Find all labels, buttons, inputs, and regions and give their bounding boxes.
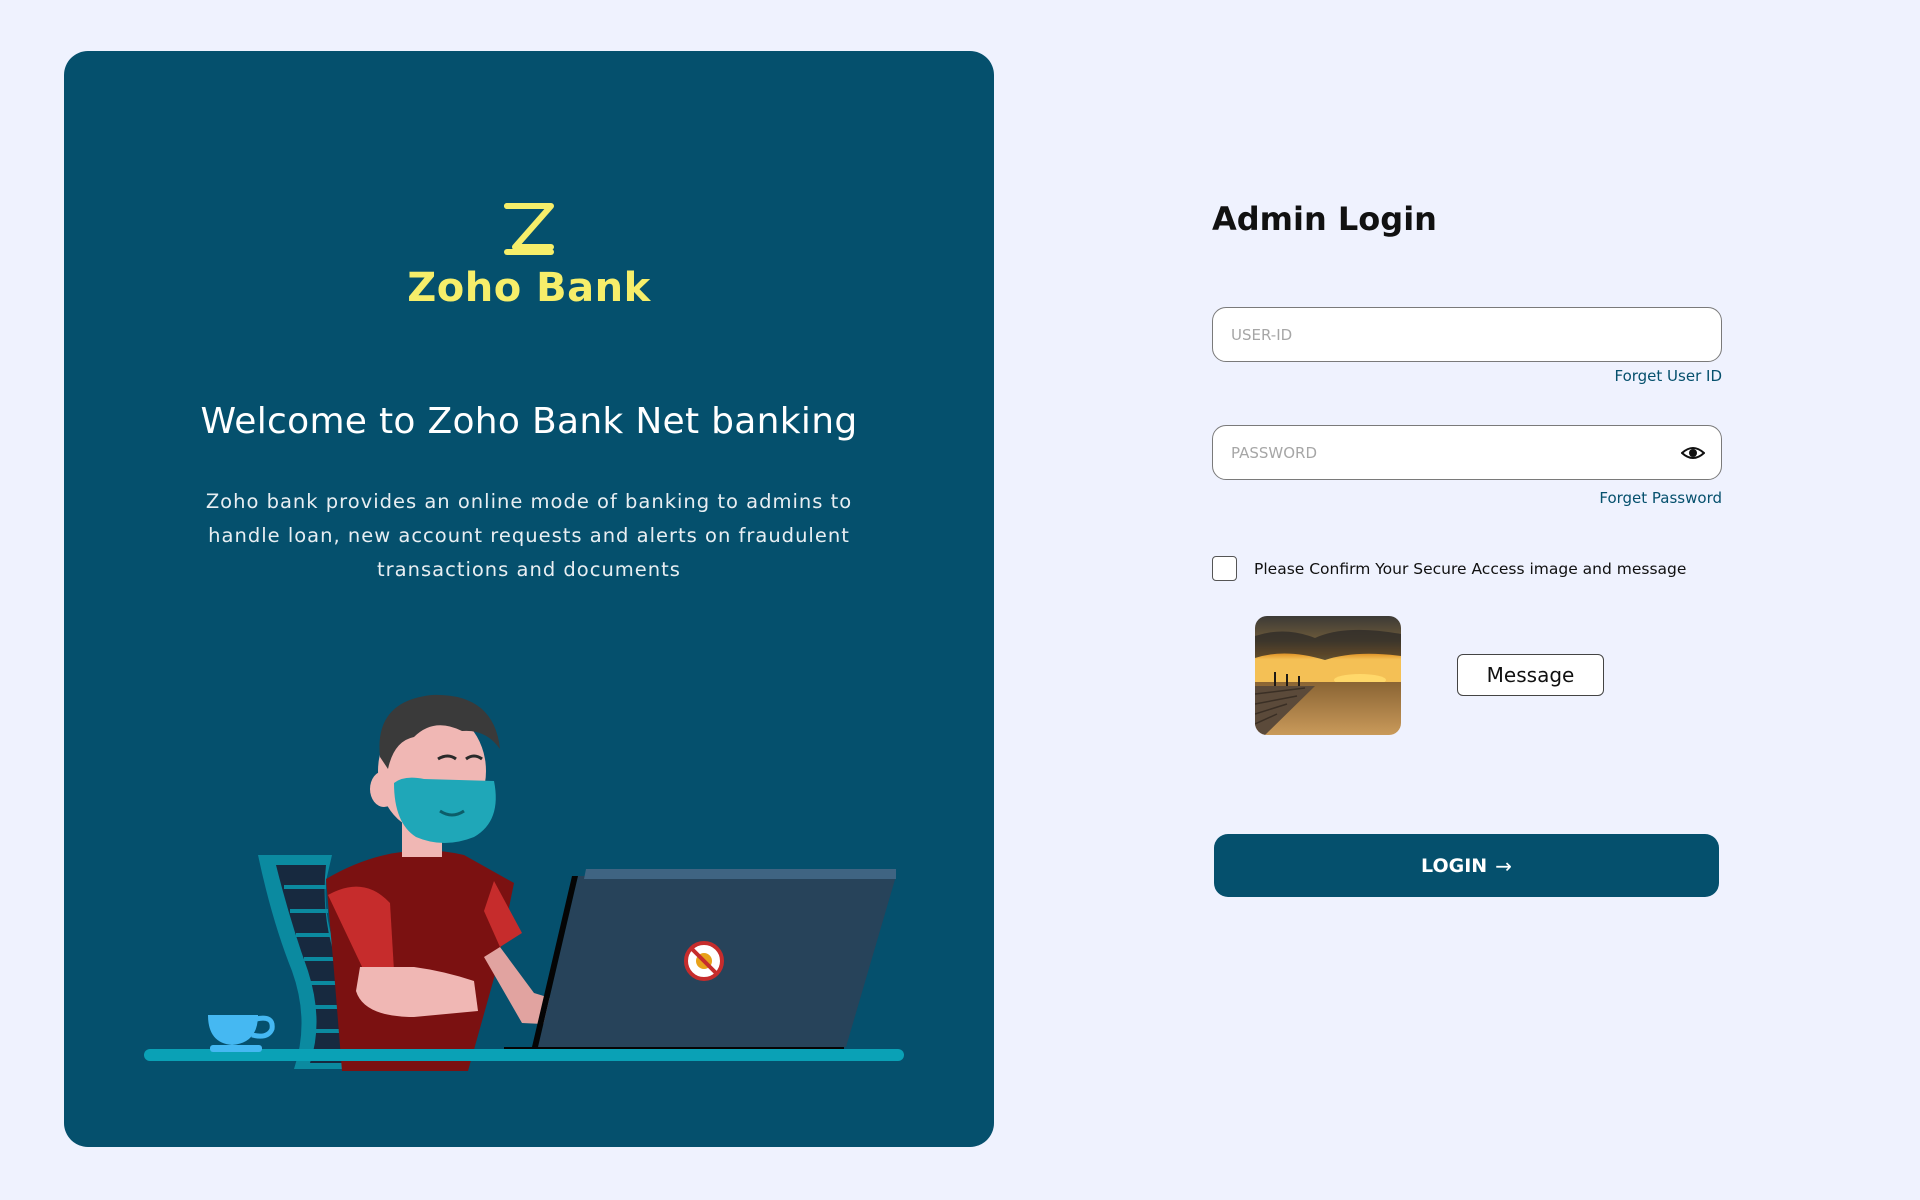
brand-name: Zoho Bank [407,265,651,311]
zoho-z-logo-icon [504,203,554,255]
arrow-right-icon: → [1495,853,1512,878]
secure-message-box: Message [1457,654,1604,696]
password-input[interactable] [1213,426,1721,479]
password-field[interactable] [1212,425,1722,480]
forget-password-link[interactable]: Forget Password [1599,489,1722,507]
admin-login-title: Admin Login [1212,200,1437,238]
login-button[interactable]: LOGIN → [1214,834,1719,897]
login-page: Zoho Bank Welcome to Zoho Bank Net banki… [0,0,1920,1200]
confirm-secure-access-row: Please Confirm Your Secure Access image … [1212,556,1686,581]
userid-field[interactable] [1212,307,1722,362]
welcome-panel: Zoho Bank Welcome to Zoho Bank Net banki… [64,51,994,1147]
forget-userid-link[interactable]: Forget User ID [1614,367,1722,385]
sunset-beach-image [1255,616,1401,735]
userid-input[interactable] [1213,308,1721,361]
welcome-description: Zoho bank provides an online mode of ban… [205,490,853,581]
confirm-label: Please Confirm Your Secure Access image … [1254,559,1687,578]
login-label: LOGIN [1421,854,1488,877]
banker-laptop-illustration [144,694,904,1071]
brand: Zoho Bank [64,201,994,311]
eye-icon[interactable] [1681,442,1705,464]
welcome-heading: Welcome to Zoho Bank Net banking [200,401,858,442]
secure-access-image [1255,616,1401,735]
confirm-checkbox[interactable] [1212,556,1237,581]
